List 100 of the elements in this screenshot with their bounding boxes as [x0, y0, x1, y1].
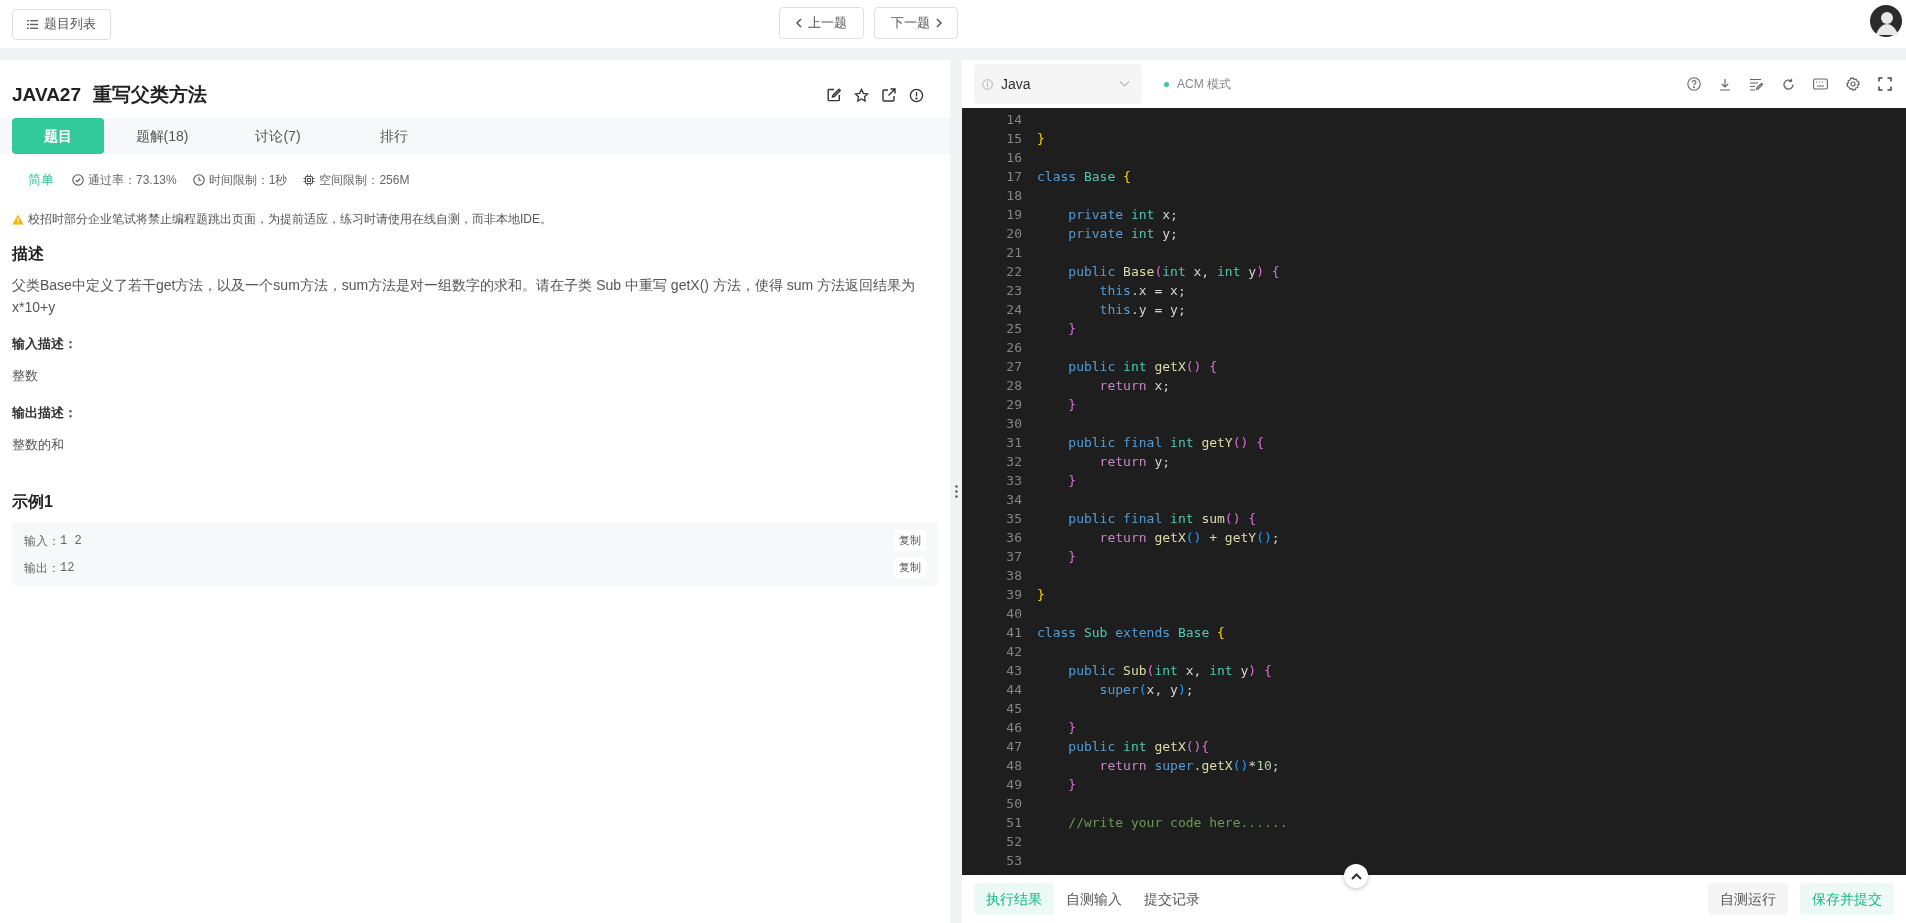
- line-number: 24: [1005, 300, 1022, 319]
- problem-title: 重写父类方法: [93, 82, 207, 107]
- code-line: this.y = y;: [1098, 300, 1186, 319]
- chevron-up-icon: [1350, 872, 1362, 880]
- line-number: 27: [1005, 357, 1022, 376]
- input-description-text: 整数: [12, 366, 39, 385]
- language-select[interactable]: Java: [974, 64, 1142, 104]
- star-icon[interactable]: [854, 87, 869, 103]
- line-number: 31: [1005, 433, 1022, 452]
- line-number: 40: [1005, 604, 1022, 623]
- refresh-icon[interactable]: [1782, 77, 1795, 91]
- line-number: 25: [1005, 319, 1022, 338]
- code-line: public final int sum() {: [1067, 509, 1257, 528]
- line-number: 23: [1005, 281, 1022, 300]
- code-line: return x;: [1098, 376, 1171, 395]
- warning-icon: [12, 213, 24, 225]
- difficulty-label: 简单: [28, 171, 54, 190]
- code-line: }: [1037, 129, 1045, 148]
- line-number: 19: [1005, 205, 1022, 224]
- line-number: 21: [1005, 243, 1022, 262]
- code-line: public final int getY() {: [1067, 433, 1264, 452]
- settings-icon[interactable]: [1846, 77, 1860, 91]
- alert-icon[interactable]: [909, 87, 924, 103]
- line-number: 43: [1005, 661, 1022, 680]
- code-line: public int getX(){: [1067, 737, 1210, 756]
- code-line: class Sub extends Base {: [1037, 623, 1225, 642]
- code-line: }: [1067, 547, 1077, 566]
- code-line: public int getX() {: [1067, 357, 1218, 376]
- code-line: }: [1067, 319, 1077, 338]
- line-number: 49: [1005, 775, 1022, 794]
- line-number: 45: [1005, 699, 1022, 718]
- code-line: public Base(int x, int y) {: [1067, 262, 1280, 281]
- line-number: 26: [1005, 338, 1022, 357]
- result-tab[interactable]: 提交记录: [1134, 883, 1210, 915]
- collapse-button[interactable]: [1344, 864, 1368, 888]
- line-number: 33: [1005, 471, 1022, 490]
- next-button[interactable]: 下一题: [874, 7, 958, 39]
- result-tab[interactable]: 自测输入: [1056, 883, 1132, 915]
- line-number: 50: [1005, 794, 1022, 813]
- code-line: }: [1067, 718, 1077, 737]
- memory-limit: 空间限制：256M: [319, 172, 410, 189]
- line-number: 17: [1005, 167, 1022, 186]
- chevron-right-icon: [935, 18, 942, 28]
- section-heading: 输入描述：: [12, 335, 78, 353]
- keyboard-icon[interactable]: [1813, 78, 1828, 90]
- line-number: 32: [1005, 452, 1022, 471]
- line-number: 52: [1005, 832, 1022, 851]
- clock-icon: [192, 174, 205, 186]
- format-icon[interactable]: [1749, 77, 1764, 91]
- share-icon[interactable]: [882, 88, 896, 102]
- problem-list-button[interactable]: 题目列表: [12, 8, 111, 40]
- problem-code: JAVA27: [12, 82, 81, 107]
- line-number: 29: [1005, 395, 1022, 414]
- description-text: 父类Base中定义了若干get方法，以及一个sum方法，sum方法是对一组数字的求和。请在子类 Sub 中重写 getX() 方法，使得 sum 方法返回结果为 x*10+y: [12, 276, 917, 317]
- example-title: 示例1: [12, 492, 54, 512]
- time-limit: 时间限制：1秒: [208, 172, 288, 189]
- line-number: 39: [1005, 585, 1022, 604]
- problem-tab[interactable]: 排行: [336, 118, 452, 154]
- mode-label: ACM 模式: [1177, 76, 1231, 93]
- code-line: private int y;: [1067, 224, 1178, 243]
- code-line: return super.getX()*10;: [1098, 756, 1280, 775]
- line-number: 42: [1005, 642, 1022, 661]
- code-line: super(x, y);: [1098, 680, 1194, 699]
- line-number: 14: [1005, 110, 1022, 129]
- run-button[interactable]: 自测运行: [1708, 883, 1788, 915]
- download-icon[interactable]: [1719, 77, 1731, 91]
- problem-tab[interactable]: 讨论(7): [220, 118, 336, 154]
- code-line: }: [1067, 775, 1077, 794]
- list-icon: [27, 19, 38, 29]
- line-number: 38: [1005, 566, 1022, 585]
- edit-icon[interactable]: [827, 88, 841, 102]
- code-line: return y;: [1098, 452, 1171, 471]
- help-icon[interactable]: [1687, 77, 1701, 91]
- previous-button[interactable]: 上一题: [779, 7, 864, 39]
- notice-text: 校招时部分企业笔试将禁止编程题跳出页面，为提前适应，练习时请使用在线自测，而非本地IDE。: [28, 211, 552, 228]
- output-description-text: 整数的和: [12, 435, 65, 454]
- code-line: //write your code here......: [1067, 813, 1288, 832]
- info-icon: [982, 78, 993, 90]
- code-line: return getX() + getY();: [1098, 528, 1280, 547]
- line-number: 36: [1005, 528, 1022, 547]
- example-value: 12: [60, 559, 75, 577]
- line-number: 35: [1005, 509, 1022, 528]
- code-line: }: [1037, 585, 1045, 604]
- copy-button[interactable]: 复制: [894, 530, 926, 551]
- avatar[interactable]: [1870, 5, 1902, 37]
- chip-icon: [303, 174, 316, 186]
- section-heading: 描述: [12, 244, 45, 264]
- line-number: 18: [1005, 186, 1022, 205]
- code-line: }: [1067, 471, 1077, 490]
- line-number: 30: [1005, 414, 1022, 433]
- drag-handle-icon[interactable]: [954, 485, 958, 498]
- line-number: 48: [1005, 756, 1022, 775]
- chevron-down-icon: [1119, 81, 1130, 87]
- line-number: 51: [1005, 813, 1022, 832]
- chevron-left-icon: [796, 18, 802, 28]
- fullscreen-icon[interactable]: [1878, 77, 1892, 91]
- code-line: this.x = x;: [1098, 281, 1186, 300]
- section-heading: 输出描述：: [12, 404, 78, 422]
- copy-button[interactable]: 复制: [894, 557, 926, 578]
- problem-tab[interactable]: 题解(18): [104, 118, 220, 154]
